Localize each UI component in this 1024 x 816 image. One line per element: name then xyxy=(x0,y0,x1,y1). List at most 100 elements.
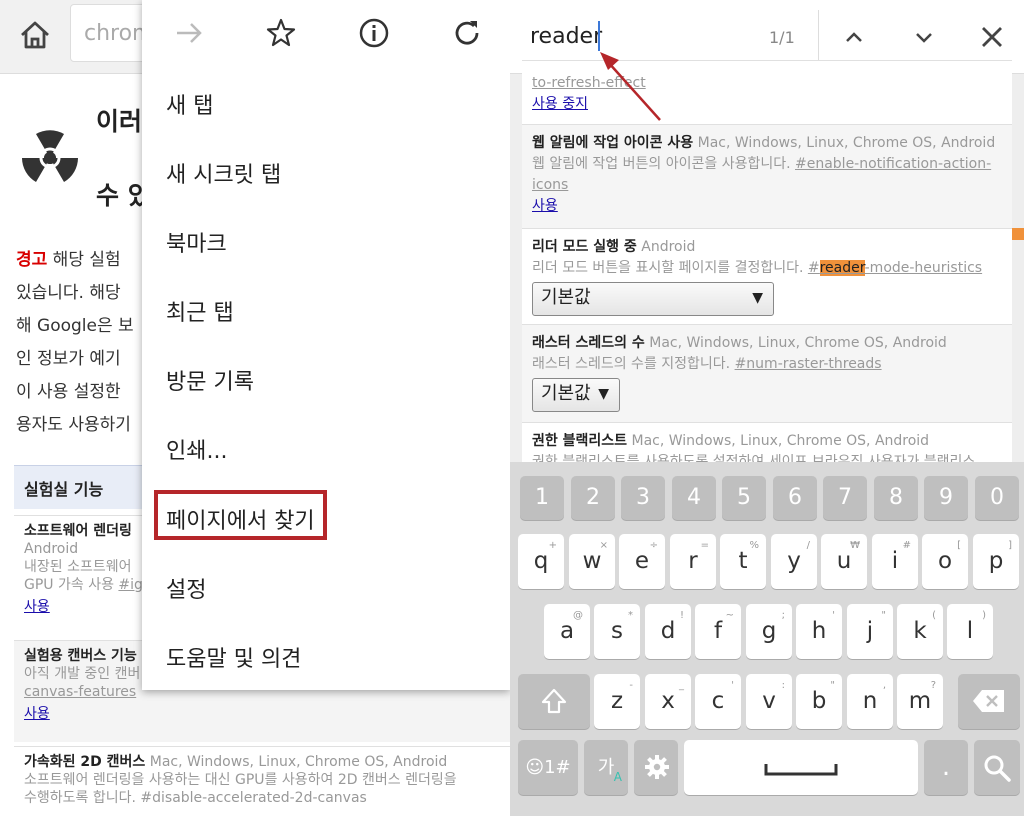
menu-item-settings[interactable]: 설정 xyxy=(166,572,206,604)
key-i[interactable]: # i xyxy=(872,534,918,589)
overflow-menu: 새 탭 새 시크릿 탭 북마크 최근 탭 방문 기록 인쇄... 페이지에서 찾… xyxy=(142,0,510,690)
key-sub-label: ₩ xyxy=(850,540,860,551)
search-key[interactable] xyxy=(974,740,1020,795)
menu-item-recent-tabs[interactable]: 최근 탭 xyxy=(166,295,234,327)
find-match-count: 1/1 xyxy=(769,28,795,47)
bookmark-star-icon[interactable] xyxy=(264,16,298,50)
flag-name: 웹 알림에 작업 아이콘 사용 xyxy=(532,135,694,151)
key-s[interactable]: * s xyxy=(594,604,640,659)
annotation-arrow xyxy=(600,52,661,121)
flag-tag: #num-raster-threads xyxy=(734,356,882,372)
key-u[interactable]: ₩ u xyxy=(821,534,867,589)
enable-link[interactable]: 사용 xyxy=(24,705,500,723)
flag-tag-hash: # xyxy=(807,260,820,276)
key-f[interactable]: ~ f xyxy=(695,604,741,659)
search-icon xyxy=(984,755,1011,782)
key-1[interactable]: 1 xyxy=(520,476,564,520)
key-7[interactable]: 7 xyxy=(823,476,867,520)
period-key[interactable]: . xyxy=(924,740,968,795)
key-sub-label: ? xyxy=(930,680,936,691)
key-label: y xyxy=(787,548,801,574)
key-label: q xyxy=(533,548,549,574)
key-6[interactable]: 6 xyxy=(773,476,817,520)
key-label: d xyxy=(660,618,676,644)
enable-link[interactable]: 사용 xyxy=(532,196,1002,217)
key-sub-label: / xyxy=(806,540,810,551)
key-5[interactable]: 5 xyxy=(722,476,766,520)
key-2[interactable]: 2 xyxy=(571,476,615,520)
key-label: w xyxy=(582,548,602,574)
key-j[interactable]: " j xyxy=(847,604,893,659)
key-y[interactable]: / y xyxy=(771,534,817,589)
menu-item-history[interactable]: 방문 기록 xyxy=(166,364,254,396)
spacebar-key[interactable] xyxy=(684,740,918,795)
settings-key[interactable] xyxy=(634,740,678,795)
menu-item-find-in-page[interactable]: 페이지에서 찾기 xyxy=(166,503,315,535)
key-label: n xyxy=(862,688,878,714)
flag-tag-rest: -mode-heuristics xyxy=(864,260,983,276)
key-0[interactable]: 0 xyxy=(975,476,1019,520)
key-n[interactable]: ,n xyxy=(847,674,893,729)
key-4[interactable]: 4 xyxy=(672,476,716,520)
key-r[interactable]: = r xyxy=(670,534,716,589)
reload-icon[interactable] xyxy=(450,16,484,50)
key-3[interactable]: 3 xyxy=(621,476,665,520)
chevron-down-icon[interactable] xyxy=(907,20,941,54)
key-k[interactable]: (k xyxy=(897,604,943,659)
flag-row: 리더 모드 실행 중 Android 리더 모드 버튼을 표시할 페이지를 결정… xyxy=(522,228,1012,324)
key-x[interactable]: _ x xyxy=(645,674,691,729)
key-t[interactable]: % t xyxy=(720,534,766,589)
key-9[interactable]: 9 xyxy=(924,476,968,520)
flag-desc: 소프트웨어 렌더링을 사용하는 대신 GPU를 사용하여 2D 캔버스 렌더링을 xyxy=(24,772,457,788)
key-c[interactable]: ' c xyxy=(695,674,741,729)
key-g[interactable]: ; g xyxy=(746,604,792,659)
key-sub-label: ( xyxy=(932,610,936,621)
key-h[interactable]: ' h xyxy=(796,604,842,659)
flag-select[interactable]: 기본값 ▼ xyxy=(532,378,620,412)
key-sub-label: ' xyxy=(731,680,734,691)
key-w[interactable]: × w xyxy=(569,534,615,589)
flag-desc: 웹 알림에 작업 버튼의 아이콘을 사용합니다. xyxy=(532,156,795,172)
key-a[interactable]: @ a xyxy=(544,604,590,659)
key-v[interactable]: :v xyxy=(746,674,792,729)
menu-item-new-tab[interactable]: 새 탭 xyxy=(166,88,213,120)
symbols-key[interactable]: ☺1# xyxy=(518,740,578,795)
language-key[interactable]: 가A xyxy=(584,740,628,795)
info-icon[interactable] xyxy=(357,16,391,50)
chevron-up-icon[interactable] xyxy=(837,20,871,54)
key-e[interactable]: ÷ e xyxy=(619,534,665,589)
key-sub-label: % xyxy=(749,540,759,551)
key-o[interactable]: [o xyxy=(922,534,968,589)
menu-item-bookmarks[interactable]: 북마크 xyxy=(166,226,227,258)
shift-key[interactable] xyxy=(518,674,590,729)
close-icon[interactable] xyxy=(975,20,1009,54)
key-z[interactable]: -z xyxy=(594,674,640,729)
key-8[interactable]: 8 xyxy=(874,476,918,520)
key-m[interactable]: ? m xyxy=(897,674,943,729)
menu-item-new-incognito-tab[interactable]: 새 시크릿 탭 xyxy=(166,157,281,189)
key-l[interactable]: ) l xyxy=(947,604,993,659)
flag-desc: 수행하도록 합니다. #disable-accelerated-2d-canva… xyxy=(24,790,367,806)
key-sub-label: @ xyxy=(573,610,583,621)
screen: chrome 이러 수 있 경고 해당 실험 있습니다. 해당 해 Google… xyxy=(0,0,1024,816)
space-icon xyxy=(764,764,838,776)
key-label: p xyxy=(988,548,1004,574)
language-key-label: 가 xyxy=(597,757,615,778)
flag-desc: 리더 모드 버튼을 표시할 페이지를 결정합니다. xyxy=(532,260,808,276)
home-icon[interactable] xyxy=(18,18,52,52)
key-p[interactable]: ] p xyxy=(973,534,1019,589)
key-b[interactable]: " b xyxy=(796,674,842,729)
flag-name: 리더 모드 실행 중 xyxy=(532,239,637,255)
menu-item-print[interactable]: 인쇄... xyxy=(166,433,227,465)
onscreen-keyboard: 1 2 3 4 5 6 7 8 9 0 + q × w ÷ e = r % t / y ₩ u… xyxy=(510,462,1024,816)
list-item: 가속화된 2D 캔버스 Mac, Windows, Linux, Chrome … xyxy=(14,746,510,813)
backspace-key[interactable] xyxy=(958,674,1020,729)
flag-platform: Mac, Windows, Linux, Chrome OS, Android xyxy=(149,754,448,770)
key-q[interactable]: + q xyxy=(518,534,564,589)
browser-right-pane: reader 1/1 to-refresh-effect 사용 중지 웹 알림에… xyxy=(510,0,1024,816)
forward-arrow-icon[interactable] xyxy=(172,16,206,50)
menu-item-help-feedback[interactable]: 도움말 및 의견 xyxy=(166,641,301,673)
key-d[interactable]: ! d xyxy=(645,604,691,659)
key-sub-label: , xyxy=(882,680,886,691)
flag-select[interactable]: 기본값 ▼ xyxy=(532,282,774,316)
